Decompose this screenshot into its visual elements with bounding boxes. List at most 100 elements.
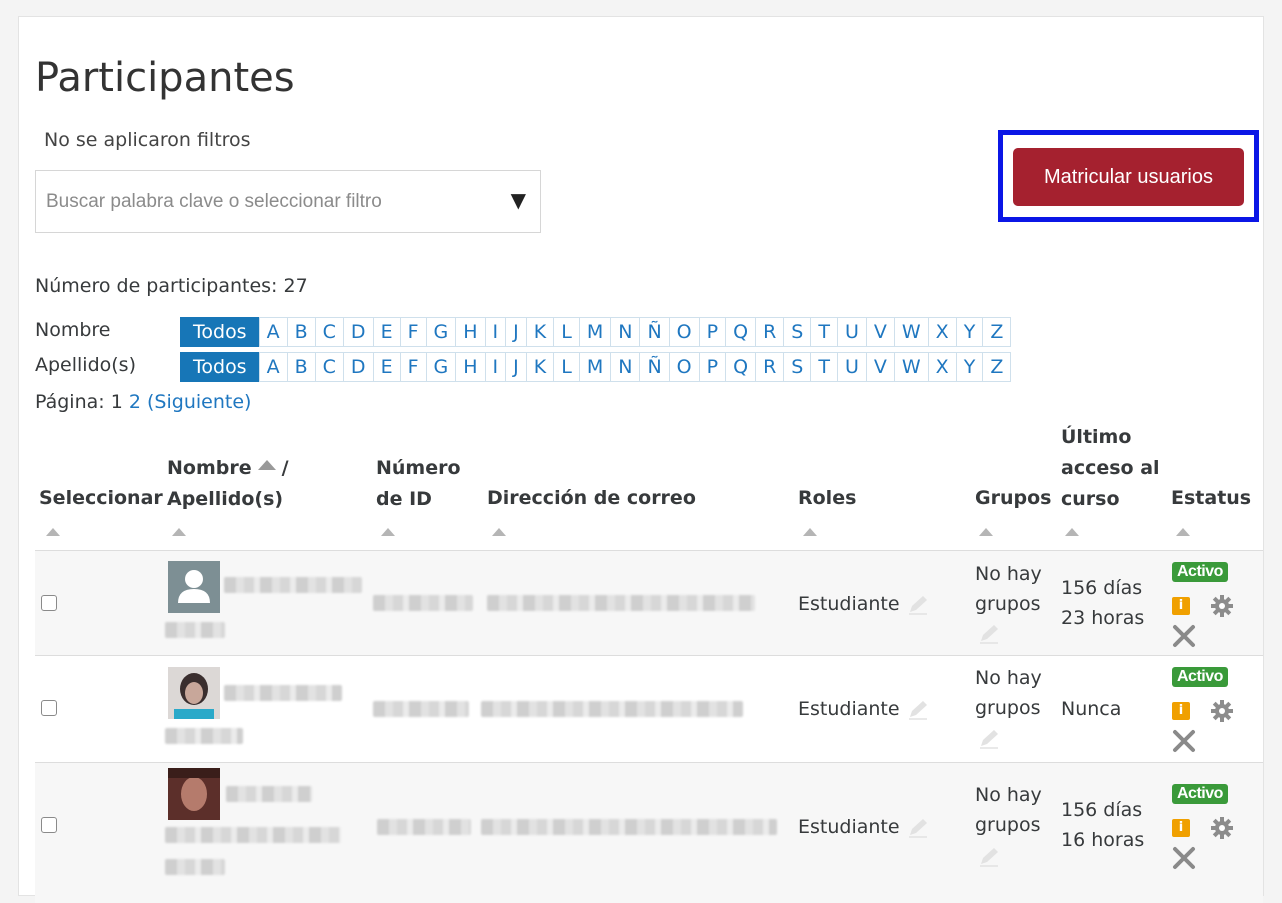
lastname-initial-letter[interactable]: E bbox=[372, 352, 401, 382]
firstname-initial-letter[interactable]: J bbox=[505, 317, 527, 347]
sort-icon[interactable] bbox=[1176, 528, 1190, 536]
header-email[interactable]: Dirección de correo bbox=[487, 483, 696, 514]
firstname-initial-letter[interactable]: H bbox=[455, 317, 486, 347]
lastname-initial-letter[interactable]: M bbox=[578, 352, 612, 382]
firstname-initial-letter[interactable]: G bbox=[425, 317, 457, 347]
lastname-initial-letter[interactable]: B bbox=[286, 352, 316, 382]
enrol-users-button[interactable]: Matricular usuarios bbox=[1013, 148, 1244, 206]
pencil-icon[interactable] bbox=[906, 699, 930, 721]
user-name-redacted[interactable] bbox=[224, 685, 342, 701]
firstname-initial-letter[interactable]: V bbox=[865, 317, 895, 347]
pencil-icon[interactable] bbox=[906, 594, 930, 616]
user-name-redacted[interactable] bbox=[226, 786, 312, 802]
pencil-icon[interactable] bbox=[977, 623, 1001, 645]
firstname-initial-letter[interactable]: S bbox=[783, 317, 812, 347]
avatar[interactable] bbox=[168, 768, 220, 820]
firstname-initial-letter[interactable]: E bbox=[372, 317, 401, 347]
header-lastname-link[interactable]: Apellido(s) bbox=[167, 488, 283, 510]
lastname-initial-letter[interactable]: S bbox=[783, 352, 812, 382]
gear-icon[interactable] bbox=[1209, 593, 1235, 619]
close-icon[interactable] bbox=[1171, 728, 1197, 754]
header-firstname-link[interactable]: Nombre bbox=[167, 457, 252, 479]
user-name-redacted[interactable] bbox=[224, 577, 362, 593]
firstname-initial-letter[interactable]: Z bbox=[982, 317, 1012, 347]
pencil-icon[interactable] bbox=[977, 728, 1001, 750]
firstname-initial-letter[interactable]: L bbox=[553, 317, 580, 347]
lastname-initial-letter[interactable]: W bbox=[893, 352, 929, 382]
firstname-initial-letter[interactable]: B bbox=[286, 317, 316, 347]
firstname-initial-letter[interactable]: O bbox=[668, 317, 700, 347]
firstname-initial-letter[interactable]: Y bbox=[955, 317, 984, 347]
firstname-initial-letter[interactable]: A bbox=[258, 317, 288, 347]
pencil-icon[interactable] bbox=[977, 846, 1001, 868]
sort-icon[interactable] bbox=[803, 528, 817, 536]
info-icon[interactable]: i bbox=[1172, 819, 1190, 837]
close-icon[interactable] bbox=[1171, 845, 1197, 871]
lastname-initial-letter[interactable]: T bbox=[810, 352, 838, 382]
search-input[interactable] bbox=[36, 171, 496, 232]
firstname-initial-letter[interactable]: F bbox=[399, 317, 427, 347]
pencil-icon[interactable] bbox=[906, 817, 930, 839]
lastname-initial-letter[interactable]: I bbox=[484, 352, 507, 382]
firstname-initial-letter[interactable]: U bbox=[836, 317, 867, 347]
close-icon[interactable] bbox=[1171, 623, 1197, 649]
firstname-initial-letter[interactable]: K bbox=[525, 317, 555, 347]
lastname-initial-letter[interactable]: V bbox=[865, 352, 895, 382]
lastname-initial-letter[interactable]: X bbox=[927, 352, 957, 382]
sort-icon[interactable] bbox=[381, 528, 395, 536]
firstname-initial-letter[interactable]: D bbox=[342, 317, 374, 347]
next-page-link[interactable]: (Siguiente) bbox=[147, 391, 251, 413]
firstname-initial-letter[interactable]: W bbox=[893, 317, 929, 347]
lastname-initial-letter[interactable]: D bbox=[342, 352, 374, 382]
firstname-initial-letter[interactable]: T bbox=[810, 317, 838, 347]
firstname-initial-all[interactable]: Todos bbox=[180, 317, 260, 347]
firstname-initial-letter[interactable]: Q bbox=[725, 317, 757, 347]
lastname-initial-letter[interactable]: G bbox=[425, 352, 457, 382]
lastname-initial-letter[interactable]: K bbox=[525, 352, 555, 382]
lastname-initial-letter[interactable]: Z bbox=[982, 352, 1012, 382]
avatar[interactable] bbox=[168, 667, 220, 719]
lastname-initial-letter[interactable]: P bbox=[698, 352, 727, 382]
row-select-checkbox[interactable] bbox=[41, 595, 57, 611]
sort-icon[interactable] bbox=[1065, 528, 1079, 536]
sort-icon[interactable] bbox=[492, 528, 506, 536]
row-select-checkbox[interactable] bbox=[41, 817, 57, 833]
lastname-initial-letter[interactable]: A bbox=[258, 352, 288, 382]
lastname-initial-letter[interactable]: C bbox=[314, 352, 344, 382]
sort-icon[interactable] bbox=[172, 528, 186, 536]
lastname-initial-letter[interactable]: Ñ bbox=[639, 352, 670, 382]
firstname-initial-letter[interactable]: C bbox=[314, 317, 344, 347]
firstname-initial-letter[interactable]: I bbox=[484, 317, 507, 347]
firstname-initial-letter[interactable]: X bbox=[927, 317, 957, 347]
page-2-link[interactable]: 2 bbox=[129, 391, 141, 413]
header-last-access[interactable]: Último acceso al curso bbox=[1061, 422, 1160, 515]
firstname-initial-letter[interactable]: P bbox=[698, 317, 727, 347]
lastname-initial-letter[interactable]: R bbox=[755, 352, 785, 382]
header-name[interactable]: Nombre / Apellido(s) bbox=[167, 453, 289, 515]
lastname-initial-letter[interactable]: F bbox=[399, 352, 427, 382]
gear-icon[interactable] bbox=[1209, 815, 1235, 841]
sort-icon[interactable] bbox=[46, 528, 60, 536]
lastname-initial-letter[interactable]: H bbox=[455, 352, 486, 382]
header-id[interactable]: Número de ID bbox=[376, 453, 461, 515]
sort-icon[interactable] bbox=[979, 528, 993, 536]
info-icon[interactable]: i bbox=[1172, 597, 1190, 615]
user-placeholder-icon[interactable] bbox=[168, 561, 220, 613]
firstname-initial-letter[interactable]: N bbox=[610, 317, 641, 347]
lastname-initial-letter[interactable]: Y bbox=[955, 352, 984, 382]
firstname-initial-letter[interactable]: R bbox=[755, 317, 785, 347]
lastname-initial-letter[interactable]: O bbox=[668, 352, 700, 382]
gear-icon[interactable] bbox=[1209, 698, 1235, 724]
row-select-checkbox[interactable] bbox=[41, 700, 57, 716]
chevron-down-icon[interactable]: ▼ bbox=[511, 188, 526, 212]
firstname-initial-letter[interactable]: M bbox=[578, 317, 612, 347]
lastname-initial-letter[interactable]: U bbox=[836, 352, 867, 382]
lastname-initial-letter[interactable]: L bbox=[553, 352, 580, 382]
lastname-initial-letter[interactable]: J bbox=[505, 352, 527, 382]
info-icon[interactable]: i bbox=[1172, 702, 1190, 720]
lastname-initial-letter[interactable]: Q bbox=[725, 352, 757, 382]
lastname-initial-letter[interactable]: N bbox=[610, 352, 641, 382]
filter-search-box[interactable]: ▼ bbox=[35, 170, 541, 233]
lastname-initial-all[interactable]: Todos bbox=[180, 352, 260, 382]
firstname-initial-letter[interactable]: Ñ bbox=[639, 317, 670, 347]
